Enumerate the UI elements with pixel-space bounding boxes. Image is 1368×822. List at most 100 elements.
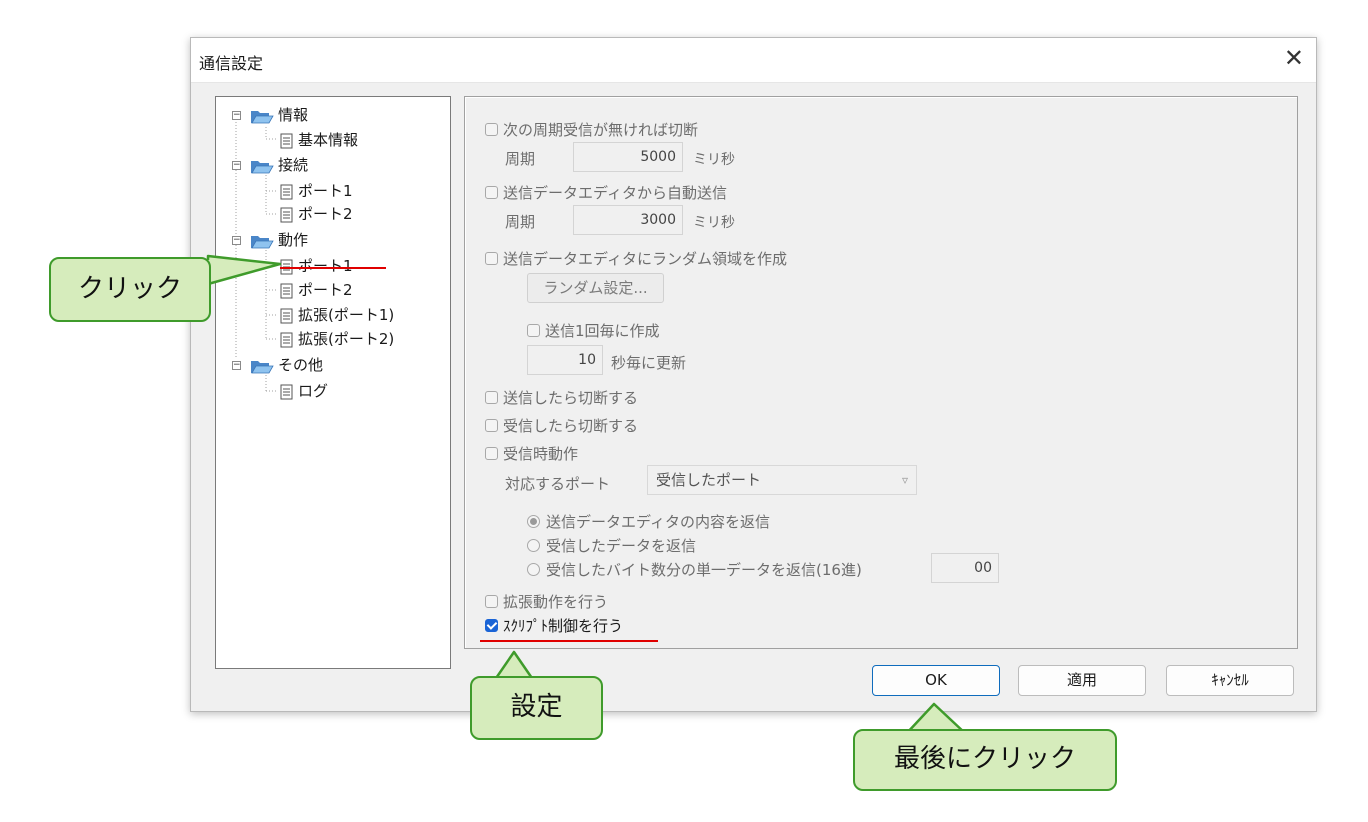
period2-unit: ミリ秒 [693,215,735,231]
ok-button[interactable]: OK [872,665,1000,696]
tree-label: 拡張(ポート1) [298,306,395,324]
checkbox-label: 送信1回毎に作成 [545,322,660,340]
page-icon [280,207,293,222]
folder-open-icon [251,160,274,173]
folder-open-icon [251,360,274,373]
random-area-checkbox[interactable]: 送信データエディタにランダム領域を作成 [485,248,787,269]
page-icon [280,332,293,347]
radio[interactable] [527,563,540,576]
checkbox-label: 次の周期受信が無ければ切断 [503,121,699,139]
collapse-icon[interactable]: − [232,236,241,245]
checkbox-label: 受信したら切断する [503,417,639,435]
callout-click: クリック [49,257,211,322]
tree-label: ポート1 [298,257,353,275]
radio-label: 送信データエディタの内容を返信 [546,513,770,531]
reply-single-input[interactable]: 00 [931,553,999,583]
tree-item-extended-port2[interactable]: 拡張(ポート2) [280,329,394,349]
receive-action-checkbox[interactable]: 受信時動作 [485,443,578,464]
tree-label: 接続 [278,156,309,174]
update-seconds-unit: 秒毎に更新 [611,354,687,372]
tree-label: その他 [278,356,324,374]
tree-item-extended-port1[interactable]: 拡張(ポート1) [280,305,394,325]
page-icon [280,384,293,399]
settings-tree: − 情報 基本情報 − 接続 ポート1 ポート2 − 動作 ポート1 ポート2 … [215,96,451,669]
folder-open-icon [251,110,274,123]
checkbox-label: 送信データエディタにランダム領域を作成 [503,250,787,268]
checkbox-label: 送信したら切断する [503,389,639,407]
random-settings-button[interactable]: ランダム設定... [527,273,664,303]
period1-unit: ミリ秒 [693,152,735,168]
period1-input[interactable]: 5000 [573,142,683,172]
create-each-send-checkbox[interactable]: 送信1回毎に作成 [527,320,660,341]
reply-received-radio[interactable]: 受信したデータを返信 [527,535,696,556]
tree-item-connection-port1[interactable]: ポート1 [280,181,353,201]
checkbox[interactable] [485,123,498,136]
port-label: 対応するポート [505,475,611,493]
page-icon [280,184,293,199]
script-control-checkbox[interactable]: ｽｸﾘﾌﾟﾄ制御を行う [485,615,623,636]
highlight-underline [280,267,386,269]
tree-label: 拡張(ポート2) [298,330,395,348]
collapse-icon[interactable]: − [232,111,241,120]
page-icon [280,133,293,148]
collapse-icon[interactable]: − [232,361,241,370]
title-bar: 通信設定 ✕ [191,38,1316,83]
communication-settings-dialog: 通信設定 ✕ − 情報 基本情報 − 接続 ポート1 ポート2 − 動作 ポート… [190,37,1317,712]
port-select-value: 受信したポート [656,471,762,489]
close-icon[interactable]: ✕ [1284,44,1304,72]
checkbox-label: ｽｸﾘﾌﾟﾄ制御を行う [503,617,624,635]
cancel-button[interactable]: ｷｬﾝｾﾙ [1166,665,1294,696]
period1-label: 周期 [505,150,536,168]
tree-folder-connection[interactable]: 接続 [250,155,308,175]
dialog-title: 通信設定 [199,54,264,73]
disconnect-after-send-checkbox[interactable]: 送信したら切断する [485,387,638,408]
radio[interactable] [527,515,540,528]
tree-item-basic-info[interactable]: 基本情報 [280,130,358,150]
checkbox[interactable] [485,419,498,432]
update-seconds-input[interactable]: 10 [527,345,603,375]
callout-setting: 設定 [470,676,603,740]
tree-label: 基本情報 [298,131,359,149]
checkbox[interactable] [485,447,498,460]
callout-last-click: 最後にクリック [853,729,1117,791]
radio[interactable] [527,539,540,552]
tree-label: ログ [298,382,329,400]
tree-label: ポート2 [298,281,353,299]
collapse-icon[interactable]: − [232,161,241,170]
checkbox[interactable] [485,391,498,404]
reply-editor-radio[interactable]: 送信データエディタの内容を返信 [527,511,770,532]
disconnect-no-periodic-checkbox[interactable]: 次の周期受信が無ければ切断 [485,119,698,140]
tree-label: 情報 [278,106,309,124]
apply-button[interactable]: 適用 [1018,665,1146,696]
checkbox-checked[interactable] [485,619,498,632]
checkbox-label: 送信データエディタから自動送信 [503,184,727,202]
checkbox[interactable] [485,595,498,608]
disconnect-after-receive-checkbox[interactable]: 受信したら切断する [485,415,638,436]
port-select[interactable]: 受信したポート ▿ [647,465,917,495]
extended-action-checkbox[interactable]: 拡張動作を行う [485,591,608,612]
tree-label: ポート2 [298,205,353,223]
checkbox[interactable] [485,186,498,199]
tree-item-action-port2[interactable]: ポート2 [280,280,353,300]
checkbox[interactable] [527,324,540,337]
period2-label: 周期 [505,213,536,231]
auto-send-checkbox[interactable]: 送信データエディタから自動送信 [485,182,727,203]
period2-input[interactable]: 3000 [573,205,683,235]
checkbox[interactable] [485,252,498,265]
tree-item-log[interactable]: ログ [280,381,328,401]
checkbox-label: 受信時動作 [503,445,579,463]
settings-panel: 次の周期受信が無ければ切断 周期 5000 ミリ秒 送信データエディタから自動送… [464,96,1298,649]
tree-item-connection-port2[interactable]: ポート2 [280,204,353,224]
tree-folder-other[interactable]: その他 [250,355,323,375]
callout-pointer [200,254,282,286]
highlight-underline [480,640,658,642]
checkbox-label: 拡張動作を行う [503,593,609,611]
tree-folder-info[interactable]: 情報 [250,105,308,125]
reply-single-radio[interactable]: 受信したバイト数分の単一データを返信(16進) [527,559,862,580]
tree-item-action-port1[interactable]: ポート1 [280,256,353,276]
chevron-down-icon: ▿ [901,473,908,487]
tree-label: ポート1 [298,182,353,200]
page-icon [280,308,293,323]
radio-label: 受信したデータを返信 [546,537,697,555]
radio-label: 受信したバイト数分の単一データを返信(16進) [546,561,862,579]
